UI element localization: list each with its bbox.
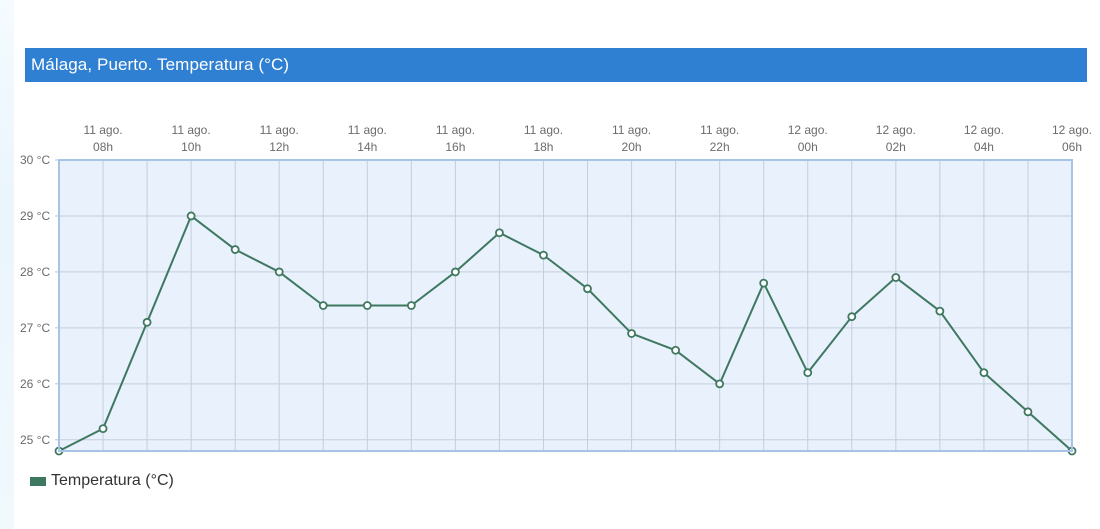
data-point	[1023, 407, 1033, 417]
x-tick-hour: 04h	[974, 140, 994, 154]
data-point	[539, 250, 548, 260]
legend-label: Temperatura (°C)	[51, 472, 174, 489]
data-point	[935, 306, 945, 316]
data-point	[98, 424, 108, 434]
x-tick-date: 11 ago.	[612, 123, 651, 137]
x-tick-hour: 22h	[710, 140, 730, 154]
data-point	[495, 228, 504, 238]
x-tick-hour: 12h	[269, 140, 289, 154]
data-point	[450, 267, 460, 277]
data-point	[847, 312, 857, 322]
y-tick-label: 26 °C	[20, 377, 50, 391]
data-point	[362, 301, 372, 310]
data-point	[583, 284, 592, 294]
x-tick-label: 11 ago. 20h	[612, 123, 651, 154]
x-tick-label: 12 ago. 02h	[876, 123, 916, 154]
x-tick-label: 11 ago. 18h	[524, 123, 563, 154]
x-tick-date: 12 ago.	[964, 123, 1004, 137]
x-tick-label: 11 ago. 12h	[260, 123, 299, 154]
x-tick-date: 12 ago.	[1052, 123, 1092, 137]
x-tick-hour: 14h	[357, 140, 377, 154]
x-tick-date: 11 ago.	[524, 123, 563, 137]
x-tick-hour: 16h	[445, 140, 465, 154]
x-tick-date: 11 ago.	[260, 123, 299, 137]
x-tick-date: 12 ago.	[876, 123, 916, 137]
data-point	[230, 245, 240, 254]
data-point	[186, 211, 196, 221]
y-tick-label: 28 °C	[20, 265, 50, 279]
x-tick-hour: 00h	[798, 140, 818, 154]
x-tick-date: 11 ago.	[436, 123, 475, 137]
legend-swatch	[30, 477, 46, 486]
plot-area	[59, 160, 1072, 451]
x-tick-hour: 06h	[1062, 140, 1082, 154]
temperature-line-chart: 11 ago. 08h 11 ago. 10h 11 ago. 12h 11 ago. 14h…	[20, 123, 1092, 456]
legend[interactable]: Temperatura (°C)	[30, 472, 174, 490]
x-axis-tick-labels: 11 ago. 08h 11 ago. 10h 11 ago. 12h 11 ago. 14h…	[83, 123, 1092, 154]
x-tick-label: 11 ago. 14h	[348, 123, 387, 154]
data-point	[318, 301, 328, 310]
y-tick-label: 30 °C	[20, 153, 50, 167]
data-point	[406, 301, 416, 310]
y-tick-label: 25 °C	[20, 433, 50, 447]
data-point	[274, 267, 284, 277]
x-tick-label: 11 ago. 08h	[83, 123, 122, 154]
data-point	[891, 273, 901, 282]
data-point	[979, 368, 989, 378]
x-tick-date: 11 ago.	[83, 123, 122, 137]
data-point	[803, 368, 813, 378]
x-tick-label: 11 ago. 22h	[700, 123, 739, 154]
data-point	[759, 278, 769, 288]
x-tick-date: 11 ago.	[700, 123, 739, 137]
x-tick-date: 11 ago.	[348, 123, 387, 137]
x-tick-hour: 08h	[93, 140, 113, 154]
x-tick-label: 12 ago. 06h	[1052, 123, 1092, 154]
x-tick-date: 11 ago.	[172, 123, 211, 137]
x-tick-label: 11 ago. 10h	[172, 123, 211, 154]
x-tick-label: 11 ago. 16h	[436, 123, 475, 154]
x-tick-hour: 02h	[886, 140, 906, 154]
y-tick-label: 29 °C	[20, 209, 50, 223]
y-axis-tick-labels: 25 °C 26 °C 27 °C 28 °C 29 °C 30 °C	[20, 153, 50, 447]
x-tick-label: 12 ago. 00h	[788, 123, 828, 154]
x-tick-hour: 20h	[622, 140, 642, 154]
x-tick-hour: 10h	[181, 140, 201, 154]
data-point	[715, 379, 725, 389]
data-point	[142, 317, 152, 327]
x-tick-label: 12 ago. 04h	[964, 123, 1004, 154]
x-tick-hour: 18h	[533, 140, 553, 154]
data-point	[671, 345, 681, 355]
y-tick-label: 27 °C	[20, 321, 50, 335]
data-point	[627, 329, 636, 338]
x-tick-date: 12 ago.	[788, 123, 828, 137]
